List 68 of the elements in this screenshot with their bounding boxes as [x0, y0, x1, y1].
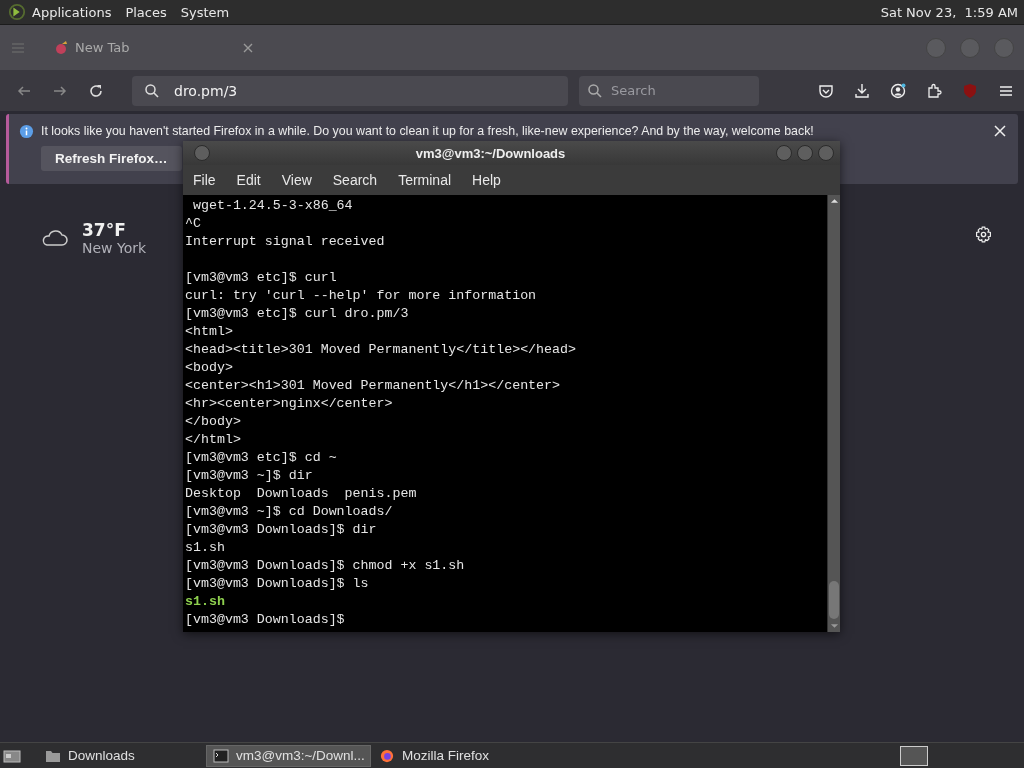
taskbar-item[interactable]: Mozilla Firefox [373, 744, 538, 767]
reload-icon[interactable] [88, 82, 104, 99]
search-icon [587, 82, 603, 99]
temperature: 37°F [82, 220, 127, 240]
terminal-line: Desktop Downloads penis.pem [185, 485, 418, 503]
terminal-line: [vm3@vm3 Downloads]$ chmod +x s1.sh [185, 557, 466, 575]
terminal-line: <head><title>301 Moved Permanently</title></head> [185, 341, 577, 359]
terminal-line: [vm3@vm3 etc]$ curl [185, 269, 338, 287]
browser-tab[interactable]: New Tab [46, 32, 261, 63]
menu-item[interactable]: Help [472, 172, 501, 188]
scroll-thumb[interactable] [829, 581, 839, 619]
menu-item[interactable]: Search [332, 172, 378, 188]
terminal-line: [vm3@vm3 etc]$ cd ~ [185, 449, 338, 467]
menu-item[interactable]: Edit [236, 172, 261, 188]
terminal-line: [vm3@vm3 Downloads]$ ls [185, 575, 370, 593]
workspace-switcher[interactable] [900, 745, 928, 766]
cloud-icon [40, 228, 70, 248]
terminal-line: [vm3@vm3 ~]$ dir [185, 467, 314, 485]
window-title: vm3@vm3:~/Downloads [414, 145, 567, 161]
settings-icon[interactable] [975, 226, 992, 243]
scroll-up-icon[interactable] [829, 198, 839, 204]
terminal-line: [vm3@vm3 Downloads]$ [185, 611, 346, 629]
scroll-down-icon[interactable] [829, 623, 839, 629]
terminal-line: </html> [185, 431, 242, 449]
download-icon[interactable] [854, 82, 870, 99]
terminal-line: <hr><center>nginx</center> [185, 395, 394, 413]
terminal-line: [vm3@vm3 ~]$ cd Downloads/ [185, 503, 394, 521]
panel-menu[interactable]: Places [125, 4, 167, 20]
terminal-line: curl: try 'curl --help' for more information [185, 287, 538, 305]
desktop-icon[interactable] [3, 747, 21, 764]
account-icon[interactable] [890, 82, 906, 99]
menu-button[interactable] [194, 145, 210, 161]
terminal-line: s1.sh [185, 593, 226, 611]
terminal-line: [vm3@vm3 Downloads]$ dir [185, 521, 378, 539]
firefox-icon [379, 748, 395, 763]
info-icon [19, 123, 34, 139]
panel-menu[interactable]: System [180, 4, 230, 20]
close-button[interactable] [818, 145, 834, 161]
terminal-icon [213, 748, 229, 763]
folder-icon [45, 748, 61, 763]
terminal-line: </body> [185, 413, 242, 431]
terminal-line: <body> [185, 359, 234, 377]
terminal-line: ^C [185, 215, 202, 233]
address-field[interactable]: dro.pm/3 [132, 75, 568, 106]
terminal-line: wget-1.24.5-3-x86_64 [191, 197, 354, 215]
maximize-button[interactable] [797, 145, 813, 161]
terminal-line: Interrupt signal received [185, 233, 386, 251]
refresh-button[interactable]: Refresh Firefox… [41, 146, 182, 171]
terminal-line: <html> [185, 323, 234, 341]
minimize-button[interactable] [776, 145, 792, 161]
terminal-line: [vm3@vm3 etc]$ curl dro.pm/3 [185, 305, 410, 323]
search-icon [144, 82, 160, 99]
panel-menu[interactable]: Applications [32, 4, 112, 20]
fruit-icon [54, 39, 70, 56]
menu-item[interactable]: File [193, 172, 216, 188]
location: New York [82, 240, 147, 256]
taskbar-item[interactable]: vm3@vm3:~/Downl... [206, 744, 371, 767]
notification-message: It looks like you haven't started Firefox in a while. Do you want to clean it up for a fresh, like-new experience? And by the way, welcome back! [41, 124, 814, 138]
menu-item[interactable]: View [281, 172, 312, 188]
logo-icon[interactable] [8, 3, 26, 21]
scrollbar[interactable] [827, 195, 840, 632]
terminal-line: s1.sh [185, 539, 226, 557]
pocket-icon[interactable] [818, 82, 834, 99]
clock[interactable]: Sat Nov 23, 1:59 AM [880, 4, 1018, 20]
puzzle-icon[interactable] [926, 82, 942, 99]
menu-item[interactable]: Terminal [398, 172, 452, 188]
taskbar-item[interactable]: Downloads [39, 744, 204, 767]
terminal-line: <center><h1>301 Moved Permanently</h1></center> [185, 377, 562, 395]
